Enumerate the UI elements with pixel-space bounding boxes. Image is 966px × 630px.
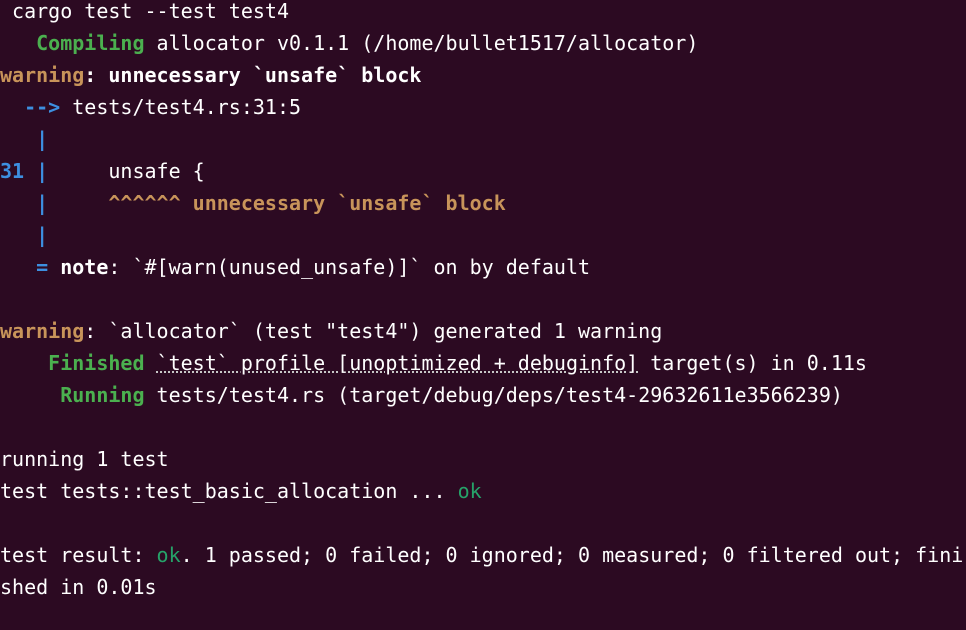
warning-summary: : `allocator` (test "test4") generated 1… (84, 319, 663, 343)
command-text: cargo test --test test4 (0, 0, 289, 23)
terminal-window[interactable]: cargo test --test test4 Compiling alloca… (0, 0, 966, 630)
result-ok-status: ok (156, 543, 181, 567)
gutter-line: | (0, 123, 48, 155)
arrow-marker: --> (0, 95, 61, 119)
test-name: test tests::test_basic_allocation ... (0, 479, 458, 503)
result-wrap-line: shed in 0.01s (0, 571, 157, 603)
warning-line: warning: unnecessary `unsafe` block (0, 59, 421, 91)
profile-hyperlink[interactable]: `test` profile [unoptimized + debuginfo] (157, 351, 639, 375)
compiling-line: Compiling allocator v0.1.1 (/home/bullet… (0, 27, 698, 59)
finished-line: Finished `test` profile [unoptimized + d… (0, 347, 867, 379)
finished-detail: target(s) in 0.11s (638, 351, 867, 375)
note-text: : `#[warn(unused_unsafe)]` on by default (108, 255, 591, 279)
warning-label: warning (0, 319, 85, 343)
running-count: running 1 test (0, 447, 169, 471)
warning-message: : unnecessary `unsafe` block (84, 63, 422, 87)
running-status: Running (60, 383, 145, 407)
code-snippet: unsafe { (48, 159, 205, 183)
result-line: test result: ok. 1 passed; 0 failed; 0 i… (0, 539, 963, 571)
line-number: 31 | (0, 159, 49, 183)
caret-annotation: ^^^^^^ unnecessary `unsafe` block (48, 191, 506, 215)
running-line: Running tests/test4.rs (target/debug/dep… (0, 379, 843, 411)
gutter-bar: | (0, 191, 49, 215)
gutter-line: | (0, 219, 48, 251)
gutter-bar: | (0, 127, 49, 151)
file-location: tests/test4.rs:31:5 (60, 95, 302, 119)
finished-status: Finished (48, 351, 145, 375)
running-detail: tests/test4.rs (target/debug/deps/test4-… (144, 383, 843, 407)
code-line: 31 | unsafe { (0, 155, 205, 187)
compiling-detail: allocator v0.1.1 (/home/bullet1517/alloc… (144, 31, 699, 55)
result-summary-continued: shed in 0.01s (0, 575, 157, 599)
result-prefix: test result: (0, 543, 157, 567)
test-ok-status: ok (457, 479, 482, 503)
note-line: = note: `#[warn(unused_unsafe)]` on by d… (0, 251, 590, 283)
test-case-line: test tests::test_basic_allocation ... ok (0, 475, 482, 507)
caret-line: | ^^^^^^ unnecessary `unsafe` block (0, 187, 506, 219)
location-line: --> tests/test4.rs:31:5 (0, 91, 301, 123)
gutter-bar: | (0, 223, 49, 247)
note-label: note (48, 255, 109, 279)
warning-label: warning (0, 63, 85, 87)
result-summary: . 1 passed; 0 failed; 0 ignored; 0 measu… (180, 543, 964, 567)
compiling-status: Compiling (36, 31, 145, 55)
running-count-line: running 1 test (0, 443, 169, 475)
warning-summary-line: warning: `allocator` (test "test4") gene… (0, 315, 662, 347)
command-line: cargo test --test test4 (0, 0, 289, 27)
note-marker: = (0, 255, 49, 279)
